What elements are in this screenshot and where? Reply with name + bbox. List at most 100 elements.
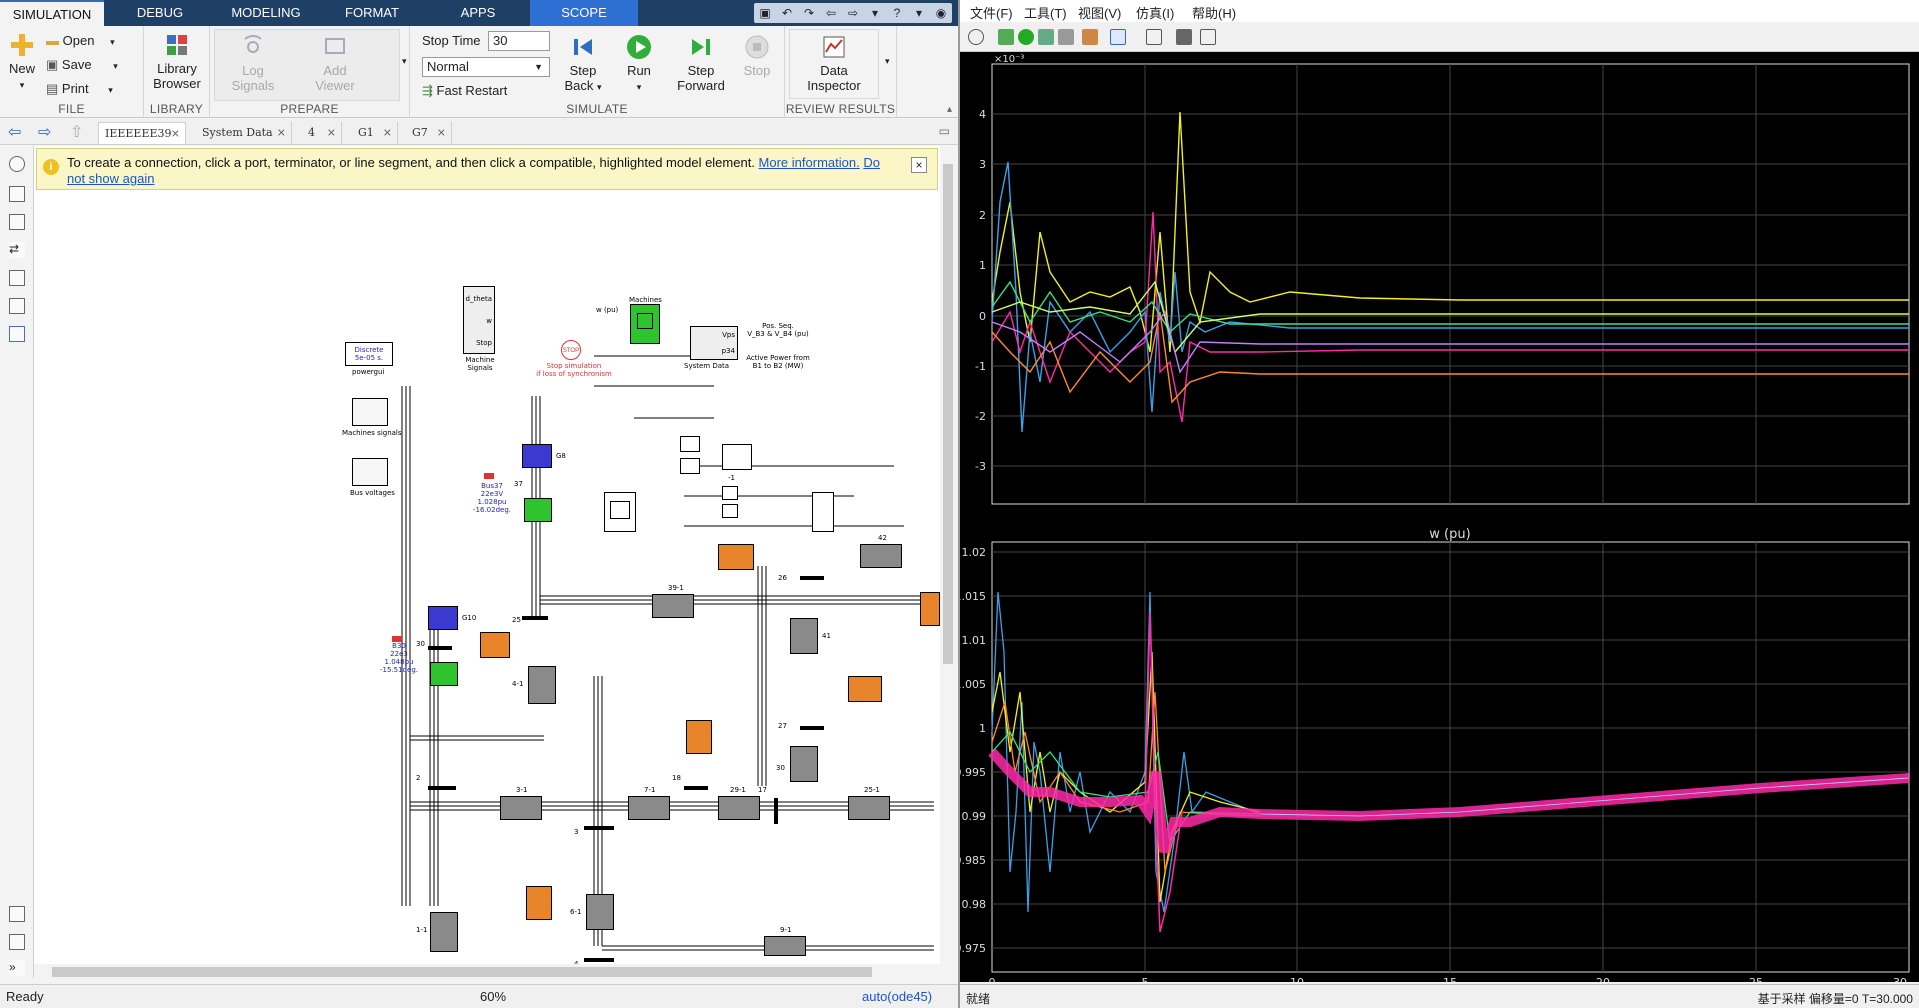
- machines-signals-block[interactable]: [352, 398, 388, 426]
- line-block-3-1[interactable]: [500, 796, 542, 820]
- gallery-expand-icon[interactable]: ▾: [402, 56, 407, 67]
- stop-sign-block[interactable]: STOP: [561, 340, 581, 360]
- do-not-show-link[interactable]: Do: [863, 155, 880, 170]
- new-button[interactable]: New ▾: [6, 32, 38, 93]
- stop-icon[interactable]: [1058, 29, 1074, 45]
- keyboard-icon[interactable]: ▭: [939, 124, 950, 138]
- log-signals-button[interactable]: Log Signals: [224, 34, 282, 93]
- tab-simulation[interactable]: SIMULATION: [0, 0, 104, 26]
- load-block[interactable]: [718, 544, 754, 570]
- fast-restart-button[interactable]: ⇶ Fast Restart: [422, 82, 507, 100]
- tab-format[interactable]: FORMAT: [316, 0, 428, 26]
- status-solver[interactable]: auto(ode45): [862, 989, 932, 1004]
- transformer-block[interactable]: [430, 662, 458, 686]
- zoom-icon[interactable]: [9, 186, 25, 202]
- line-block-39-1[interactable]: [652, 594, 694, 618]
- generator-g10-block[interactable]: [428, 606, 458, 630]
- back-icon[interactable]: ⇦: [820, 3, 842, 23]
- close-icon[interactable]: ×: [171, 123, 180, 145]
- run-icon[interactable]: [1018, 29, 1034, 45]
- conversion-block[interactable]: [722, 444, 752, 470]
- browser-tab-4[interactable]: 4 ×: [302, 122, 342, 144]
- highlight-icon[interactable]: [1082, 29, 1098, 45]
- save-button[interactable]: ▣ Save ▾: [46, 56, 118, 74]
- line-block-25-1[interactable]: [848, 796, 890, 820]
- scope-block[interactable]: [604, 492, 636, 532]
- transformer-block[interactable]: [524, 498, 552, 522]
- line-block-6-1[interactable]: [586, 894, 614, 930]
- camera-icon[interactable]: [9, 906, 25, 922]
- model-canvas[interactable]: d_theta w Stop Machine Signals Machines w…: [34, 146, 940, 968]
- annotation-icon[interactable]: [9, 270, 25, 286]
- library-browser-button[interactable]: Library Browser: [148, 32, 206, 91]
- fit-icon[interactable]: [1146, 29, 1162, 45]
- browser-tab-ieeeeee39[interactable]: IEEEEEE39 ×: [98, 122, 186, 144]
- forward-icon[interactable]: ⇨: [842, 3, 864, 23]
- line-block-30[interactable]: [790, 746, 818, 782]
- help-icon[interactable]: ?: [886, 3, 908, 23]
- line-block-9-1[interactable]: [764, 936, 806, 956]
- image-icon[interactable]: [9, 298, 25, 314]
- browser-tab-system-data[interactable]: System Data ×: [196, 122, 292, 144]
- menu-help[interactable]: 帮助(H): [1192, 3, 1236, 22]
- triggers-icon[interactable]: [1176, 29, 1192, 45]
- more-information-link[interactable]: More information.: [759, 155, 860, 170]
- load-block[interactable]: [848, 676, 882, 702]
- menu-file[interactable]: 文件(F): [970, 3, 1013, 22]
- close-info-icon[interactable]: ×: [911, 157, 927, 173]
- line-block-7-1[interactable]: [628, 796, 670, 820]
- help-menu-icon[interactable]: ▾: [908, 3, 930, 23]
- machine-signals-block[interactable]: d_theta w Stop: [463, 286, 495, 354]
- tab-apps[interactable]: APPS: [428, 0, 528, 26]
- gear-icon[interactable]: [968, 29, 984, 45]
- load-block[interactable]: [686, 720, 712, 754]
- measure-icon[interactable]: [1200, 29, 1216, 45]
- forward-arrow-icon[interactable]: ⇨: [38, 122, 51, 142]
- step-back-icon[interactable]: [998, 29, 1014, 45]
- line-block-42[interactable]: [860, 544, 902, 568]
- line-block-1-1[interactable]: [430, 912, 458, 952]
- expand-icon[interactable]: ◉: [930, 3, 952, 23]
- stop-time-input[interactable]: 30: [488, 31, 550, 51]
- menu-view[interactable]: 视图(V): [1078, 3, 1121, 22]
- do-not-show-link-cont[interactable]: not show again: [67, 171, 154, 186]
- stop-button[interactable]: Stop: [734, 34, 780, 78]
- menu-simulation[interactable]: 仿真(I): [1136, 3, 1174, 22]
- line-block-4-1[interactable]: [528, 666, 556, 704]
- browser-tab-g1[interactable]: G1 ×: [352, 122, 398, 144]
- load-block[interactable]: [920, 592, 940, 626]
- line-block-29-1[interactable]: [718, 796, 760, 820]
- step-forward-icon[interactable]: [1038, 29, 1054, 45]
- tab-debug[interactable]: DEBUG: [104, 0, 216, 26]
- machines-scope-block[interactable]: [630, 304, 660, 344]
- add-viewer-button[interactable]: Add Viewer: [306, 34, 364, 93]
- run-button[interactable]: Run ▾: [616, 34, 662, 95]
- generator-g8-block[interactable]: [522, 444, 552, 468]
- simulation-mode-select[interactable]: Normal ▼: [422, 57, 550, 77]
- rms-block[interactable]: [722, 486, 738, 500]
- close-icon[interactable]: ×: [383, 122, 392, 144]
- back-arrow-icon[interactable]: ⇦: [8, 122, 21, 142]
- step-back-button[interactable]: Step Back ▾: [558, 34, 608, 95]
- menu-tools[interactable]: 工具(T): [1024, 3, 1067, 22]
- properties-icon[interactable]: [9, 934, 25, 950]
- step-forward-button[interactable]: Step Forward: [672, 34, 730, 93]
- scope-plot-area[interactable]: ×10⁻³ 43 21 0 -1 -2 -3 w (pu) 1.02 .015 …: [955, 52, 1919, 989]
- line-block-41[interactable]: [790, 618, 818, 654]
- bus-voltages-block[interactable]: [352, 458, 388, 486]
- dropdown-icon[interactable]: ▾: [864, 3, 886, 23]
- rms-block[interactable]: [722, 504, 738, 518]
- tab-modeling[interactable]: MODELING: [216, 0, 316, 26]
- load-block[interactable]: [526, 886, 552, 920]
- area-icon[interactable]: [9, 326, 25, 342]
- load-block[interactable]: [480, 632, 510, 658]
- vertical-scrollbar[interactable]: [940, 146, 956, 964]
- fit-view-icon[interactable]: [9, 214, 25, 230]
- close-icon[interactable]: ×: [327, 122, 336, 144]
- arrows-icon[interactable]: ⇄: [9, 242, 25, 258]
- horizontal-scrollbar[interactable]: [34, 964, 940, 980]
- product-block[interactable]: [680, 458, 700, 474]
- product-block[interactable]: [680, 436, 700, 452]
- expand-panel-icon[interactable]: »: [9, 960, 25, 976]
- save-icon[interactable]: ▣: [754, 3, 776, 23]
